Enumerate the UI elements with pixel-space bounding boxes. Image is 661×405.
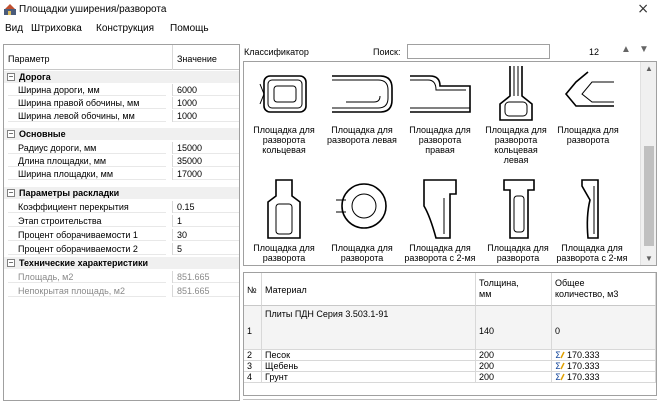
close-button[interactable]: × [637, 1, 649, 17]
property-value[interactable]: 6000 [173, 85, 239, 96]
property-value[interactable]: 15000 [173, 143, 239, 154]
title-bar: Площадки уширения/разворота × [0, 0, 661, 20]
property-value[interactable]: 30 [173, 230, 239, 241]
table-row[interactable]: 4 Грунт 200 Σ 170.333 [244, 372, 656, 383]
category-road[interactable]: − Дорога [4, 71, 239, 83]
property-row[interactable]: Ширина левой обочины, мм 1000 [4, 110, 239, 122]
property-grid-header: Параметр Значение [4, 45, 239, 70]
platform-right-icon [410, 75, 471, 113]
menu-help[interactable]: Помощь [170, 23, 209, 34]
col-material-header: Материал [262, 273, 476, 306]
classifier-gallery: Площадка для разворота кольцевая Площадка … [243, 61, 657, 266]
platform-2way-icon [423, 179, 457, 239]
gallery-item[interactable]: Площадка для разворота с 2-мя [402, 176, 478, 263]
platform-ring-icon [259, 75, 307, 113]
category-tech-specs[interactable]: − Технические характеристики [4, 257, 239, 269]
gallery-item[interactable]: Площадка для разворота [550, 66, 626, 145]
col-volume-header: Общее количество, м3 [552, 273, 656, 306]
property-row[interactable]: Этап строительства 1 [4, 215, 239, 227]
collapse-icon[interactable]: − [7, 130, 15, 138]
search-input[interactable] [407, 44, 550, 59]
property-row[interactable]: Процент оборачиваемости 1 30 [4, 229, 239, 241]
svg-text:Σ: Σ [555, 373, 561, 381]
menu-bar: Вид Штриховка Конструкция Помощь [0, 21, 661, 37]
collapse-icon[interactable]: − [7, 73, 15, 81]
classifier-label: Классификатор [244, 47, 309, 57]
classifier-toolbar: Классификатор Поиск: 12 ▲ ▼ [243, 44, 657, 61]
platform-2way-b-icon [581, 179, 599, 239]
platform-circle-icon [336, 183, 387, 229]
platform-turn-icon [564, 71, 614, 107]
property-value[interactable]: 1000 [173, 98, 239, 109]
gallery-item[interactable]: Площадка для разворота [480, 176, 556, 263]
property-row[interactable]: Ширина площадки, мм 17000 [4, 168, 239, 180]
result-count: 12 [589, 47, 600, 57]
menu-view[interactable]: Вид [5, 23, 23, 34]
app-icon [4, 4, 16, 15]
gallery-item[interactable]: Площадка для разворота [324, 176, 400, 263]
sum-icon: Σ [555, 362, 565, 370]
gallery-scrollbar[interactable]: ▲ ▼ [640, 62, 656, 265]
property-grid: Параметр Значение − Дорога Ширина дороги… [3, 44, 240, 401]
property-value[interactable]: 5 [173, 244, 239, 255]
property-row[interactable]: Процент оборачиваемости 2 5 [4, 243, 239, 255]
property-value[interactable]: 1000 [173, 111, 239, 122]
property-row[interactable]: Ширина правой обочины, мм 1000 [4, 97, 239, 109]
property-value[interactable]: 17000 [173, 169, 239, 180]
search-label: Поиск: [373, 47, 401, 57]
property-row-readonly: Непокрытая площадь, м2 851.665 [4, 285, 239, 297]
window-title: Площадки уширения/разворота [19, 4, 167, 15]
category-layout-params[interactable]: − Параметры раскладки [4, 187, 239, 199]
gallery-item[interactable]: Площадка для разворота кольцевая левая [478, 66, 554, 165]
col-thickness-header: Толщина, мм [476, 273, 552, 306]
property-row[interactable]: Коэффициент перекрытия 0.15 [4, 201, 239, 213]
property-value: 851.665 [173, 272, 239, 283]
table-row[interactable]: 2 Песок 200 Σ 170.333 [244, 350, 656, 361]
property-row[interactable]: Радиус дороги, мм 15000 [4, 142, 239, 154]
value-column-header: Значение [177, 54, 217, 64]
arrow-up-icon[interactable]: ▲ [621, 44, 631, 55]
collapse-icon[interactable]: − [7, 259, 15, 267]
param-column-header: Параметр [8, 54, 50, 64]
svg-text:Σ: Σ [555, 351, 561, 359]
property-value: 851.665 [173, 286, 239, 297]
gallery-item[interactable]: Площадка для разворота кольцевая [246, 66, 322, 155]
platform-ring-left-icon [499, 66, 533, 121]
property-value[interactable]: 1 [173, 216, 239, 227]
gallery-item[interactable]: Площадка для разворота [246, 176, 322, 263]
platform-ring2-icon [503, 179, 535, 239]
materials-table: № Материал Толщина, мм Общее количество, м… [243, 272, 657, 396]
property-row[interactable]: Ширина дороги, мм 6000 [4, 84, 239, 96]
platform-t-icon [267, 179, 301, 239]
scrollbar-thumb[interactable] [644, 146, 654, 246]
platform-left-icon [332, 75, 393, 113]
gallery-item[interactable]: Площадка для разворота правая [402, 66, 478, 155]
property-row-readonly: Площадь, м2 851.665 [4, 271, 239, 283]
gallery-item[interactable]: Площадка для разворота с 2-мя [554, 176, 630, 263]
property-value[interactable]: 35000 [173, 156, 239, 167]
property-value[interactable]: 0.15 [173, 202, 239, 213]
category-main[interactable]: − Основные [4, 128, 239, 140]
sum-icon: Σ [555, 373, 565, 381]
sum-icon: Σ [555, 351, 565, 359]
property-row[interactable]: Длина площадки, мм 35000 [4, 155, 239, 167]
arrow-down-icon[interactable]: ▼ [639, 44, 649, 55]
svg-text:Σ: Σ [555, 362, 561, 370]
scroll-up-icon[interactable]: ▲ [641, 64, 656, 73]
menu-hatching[interactable]: Штриховка [31, 23, 82, 34]
menu-construction[interactable]: Конструкция [96, 23, 154, 34]
gallery-item[interactable]: Площадка для разворота левая [324, 66, 400, 145]
table-row[interactable]: 3 Щебень 200 Σ 170.333 [244, 361, 656, 372]
collapse-icon[interactable]: − [7, 189, 15, 197]
col-num-header: № [244, 273, 262, 306]
table-row[interactable]: 1 Плиты ПДН Серия 3.503.1-91 140 0 [244, 306, 656, 350]
scroll-down-icon[interactable]: ▼ [641, 254, 656, 263]
